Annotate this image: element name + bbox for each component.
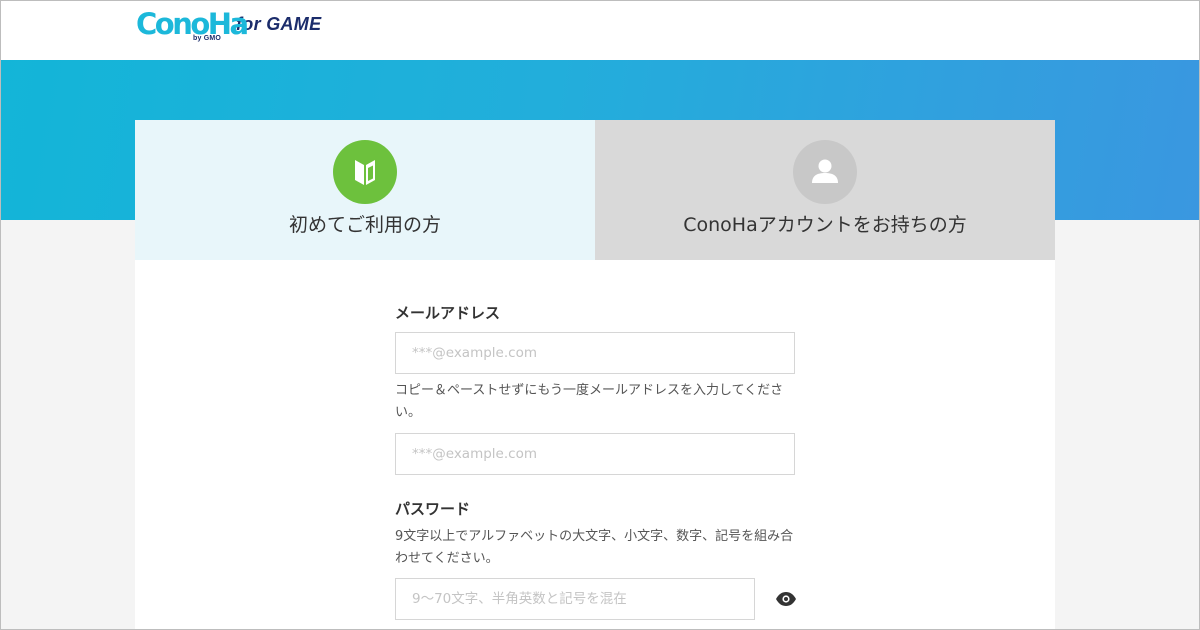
password-input[interactable] [395,578,755,620]
tab-existing-account-label: ConoHaアカウントをお持ちの方 [683,214,967,236]
email-confirm-helper: コピー＆ペーストせずにもう一度メールアドレスを入力してください。 [395,383,784,420]
logo-text: ConoHa [136,7,249,41]
email-label: メールアドレス [395,304,501,322]
user-icon [793,140,857,204]
password-helper: 9文字以上でアルファベットの大文字、小文字、数字、記号を組み合わせてください。 [395,529,794,566]
beginner-mark-icon [333,140,397,204]
logo-mark: ConoHa by GMO [136,6,249,46]
logo-byline: by GMO [193,35,222,42]
logo-suffix: for GAME [236,14,322,34]
tab-first-time-user[interactable]: 初めてご利用の方 [135,120,595,260]
conoha-logo[interactable]: ConoHa by GMO for GAME [136,6,321,46]
tab-first-time-user-label: 初めてご利用の方 [288,214,441,236]
email-input[interactable] [395,332,795,374]
password-label: パスワード [395,500,471,518]
tab-existing-account[interactable]: ConoHaアカウントをお持ちの方 [595,120,1055,260]
top-header: ConoHa by GMO for GAME [0,0,1200,60]
email-confirm-input[interactable] [395,433,795,475]
eye-icon[interactable] [775,591,797,607]
